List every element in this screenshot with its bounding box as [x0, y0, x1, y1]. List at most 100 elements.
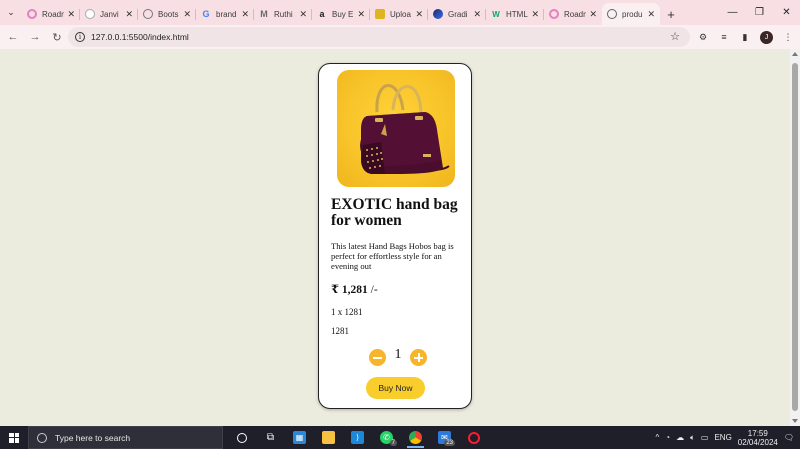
taskbar-task-view[interactable]: ⧉ [256, 426, 285, 449]
volume-icon[interactable]: 🔈︎ [690, 433, 695, 443]
handbag-image [360, 84, 450, 174]
chrome-icon [409, 431, 422, 444]
menu-kebab-icon[interactable]: ⋮ [782, 31, 794, 43]
search-placeholder[interactable]: Type here to search [55, 433, 130, 443]
tab-search-chevron-icon[interactable]: ⌄ [0, 0, 22, 25]
chevron-up-icon[interactable]: ^ [655, 433, 659, 442]
vscode-icon: ⟩ [351, 431, 364, 444]
clock-time: 17:59 [747, 428, 768, 438]
taskbar-search[interactable]: Type here to search [28, 426, 223, 449]
taskbar-cortana[interactable] [227, 426, 256, 449]
roadmap-icon [27, 9, 37, 19]
site-info-icon[interactable]: i [75, 32, 85, 42]
opera-icon [467, 431, 480, 444]
url-text[interactable]: 127.0.0.1:5500/index.html [91, 32, 189, 42]
network-icon[interactable]: ◔ [665, 433, 670, 442]
currency-symbol: ₹ [331, 284, 340, 296]
profile-avatar-icon[interactable]: J [760, 30, 773, 44]
taskbar-opera[interactable] [459, 426, 488, 449]
taskbar-whatsapp[interactable]: ✆ 7 [372, 426, 401, 449]
scroll-down-arrow-icon[interactable] [792, 419, 798, 423]
restore-icon[interactable]: ❐ [746, 0, 773, 25]
taskbar-mail[interactable]: ✉ 23 [430, 426, 459, 449]
tab-title: HTML [506, 9, 528, 19]
bookmark-star-icon[interactable]: ☆ [670, 30, 680, 43]
tab-title: Buy E [332, 9, 354, 19]
folder-icon [322, 431, 335, 444]
product-description: This latest Hand Bags Hobos bag is perfe… [331, 241, 454, 271]
tab-title: Roadm [42, 9, 64, 19]
address-bar[interactable]: i 127.0.0.1:5500/index.html ☆ [68, 27, 690, 47]
close-icon[interactable]: ✕ [647, 9, 655, 20]
close-icon[interactable]: ✕ [183, 9, 191, 20]
close-icon[interactable]: ✕ [299, 9, 307, 20]
language-indicator[interactable]: ENG [714, 433, 731, 442]
total-price: 1281 [331, 326, 349, 336]
side-panel-icon[interactable]: ▮ [739, 31, 751, 43]
tab-janvi[interactable]: Janvi ✕ [80, 3, 138, 25]
back-arrow-icon[interactable]: ← [2, 26, 24, 48]
tab-title: Janvi [100, 9, 119, 19]
reload-icon[interactable]: ↻ [46, 26, 68, 48]
system-tray: ^ ◔ ☁ 🔈︎ ▭ ENG 17:59 02/04/2024 🗨︎ [655, 426, 800, 449]
clock[interactable]: 17:59 02/04/2024 [738, 429, 778, 447]
product-image [337, 70, 455, 187]
reading-list-icon[interactable]: ≡ [718, 31, 730, 43]
price-suffix: /- [370, 284, 378, 296]
tab-buy[interactable]: a Buy E ✕ [312, 3, 370, 25]
tab-title: Roadm [564, 9, 586, 19]
buy-now-button[interactable]: Buy Now [366, 377, 425, 399]
close-icon[interactable]: ✕ [415, 9, 423, 20]
tab-html[interactable]: W HTML ✕ [486, 3, 544, 25]
tab-ruthi[interactable]: M Ruthi ✕ [254, 3, 312, 25]
close-icon[interactable]: ✕ [531, 9, 539, 20]
tab-title: produ [622, 9, 643, 19]
taskbar-vscode[interactable]: ⟩ [343, 426, 372, 449]
store-icon: ▦ [293, 431, 306, 444]
tab-roadmap-2[interactable]: Roadm ✕ [544, 3, 602, 25]
tab-boots[interactable]: Boots ✕ [138, 3, 196, 25]
tab-roadmap-1[interactable]: Roadm ✕ [22, 3, 80, 25]
task-view-icon: ⧉ [266, 432, 275, 443]
page-scrollbar[interactable] [790, 49, 800, 426]
tab-strip: ⌄ Roadm ✕ Janvi ✕ Boots ✕ G brand ✕ M Ru… [0, 0, 800, 25]
close-icon[interactable]: ✕ [241, 9, 249, 20]
scroll-up-arrow-icon[interactable] [792, 52, 798, 56]
google-icon: G [202, 9, 210, 19]
forward-arrow-icon[interactable]: → [24, 26, 46, 48]
plus-icon[interactable] [410, 349, 427, 366]
browser-toolbar: ← → ↻ i 127.0.0.1:5500/index.html ☆ ⚙ ≡ … [0, 25, 800, 49]
clock-date: 02/04/2024 [737, 437, 778, 447]
amazon-icon: a [319, 9, 325, 19]
minimize-icon[interactable]: — [719, 0, 746, 25]
cloud-icon[interactable]: ☁ [676, 433, 684, 442]
close-icon[interactable]: ✕ [67, 9, 75, 20]
taskbar-store[interactable]: ▦ [285, 426, 314, 449]
new-tab-plus-icon[interactable]: + [660, 3, 682, 25]
product-card: EXOTIC hand bag for women This latest Ha… [318, 63, 472, 409]
window-close-icon[interactable]: ✕ [773, 0, 800, 25]
tab-brand[interactable]: G brand ✕ [196, 3, 254, 25]
windows-taskbar: Type here to search ⧉ ▦ ⟩ ✆ 7 ✉ 23 ^ ◔ ☁… [0, 426, 800, 449]
tab-product-active[interactable]: produ ✕ [602, 3, 660, 25]
toolbar-right: ⚙ ≡ ▮ J ⋮ [697, 27, 794, 47]
taskbar-chrome[interactable] [401, 426, 430, 449]
tab-upload[interactable]: Uploa ✕ [370, 3, 428, 25]
close-icon[interactable]: ✕ [357, 9, 365, 20]
scrollbar-thumb[interactable] [792, 63, 798, 411]
close-icon[interactable]: ✕ [125, 9, 133, 20]
taskbar-file-explorer[interactable] [314, 426, 343, 449]
minus-icon[interactable] [369, 349, 386, 366]
medium-icon: M [260, 9, 268, 19]
notifications-icon[interactable]: 🗨︎ [784, 433, 794, 442]
globe-icon [143, 9, 153, 19]
quantity-value: 1 [394, 347, 402, 362]
product-price: ₹ 1,281 /- [331, 282, 378, 296]
battery-icon[interactable]: ▭ [701, 433, 709, 442]
tab-gradient[interactable]: Gradi ✕ [428, 3, 486, 25]
start-button[interactable] [0, 426, 28, 449]
close-icon[interactable]: ✕ [473, 9, 481, 20]
tab-title: Boots [158, 9, 179, 19]
extension-icon[interactable]: ⚙ [697, 31, 709, 43]
close-icon[interactable]: ✕ [589, 9, 597, 20]
